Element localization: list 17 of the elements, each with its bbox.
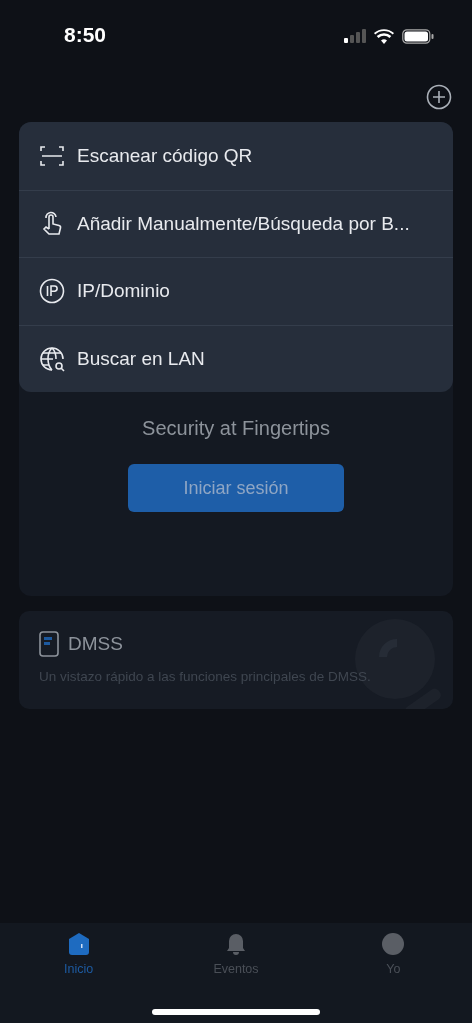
signal-icon (344, 29, 366, 43)
status-time: 8:50 (64, 23, 107, 47)
document-icon (39, 631, 59, 657)
menu-item[interactable]: Añadir Manualmente/Búsqueda por B... (19, 189, 453, 257)
home-icon (66, 932, 91, 956)
info-title: DMSS (68, 633, 123, 655)
ip-icon (39, 278, 65, 305)
add-icon[interactable] (426, 84, 452, 110)
menu-item[interactable]: Buscar en LAN (19, 324, 453, 392)
bell-icon (224, 932, 248, 956)
globe-search-icon (39, 345, 65, 372)
menu-item[interactable]: Escanear código QR (19, 122, 453, 190)
slogan: Security at Fingertips (142, 417, 330, 440)
wifi-icon (374, 28, 394, 44)
battery-icon (402, 28, 434, 44)
avatar-icon (381, 932, 406, 956)
menu-item[interactable]: IP/Dominio (19, 257, 453, 325)
